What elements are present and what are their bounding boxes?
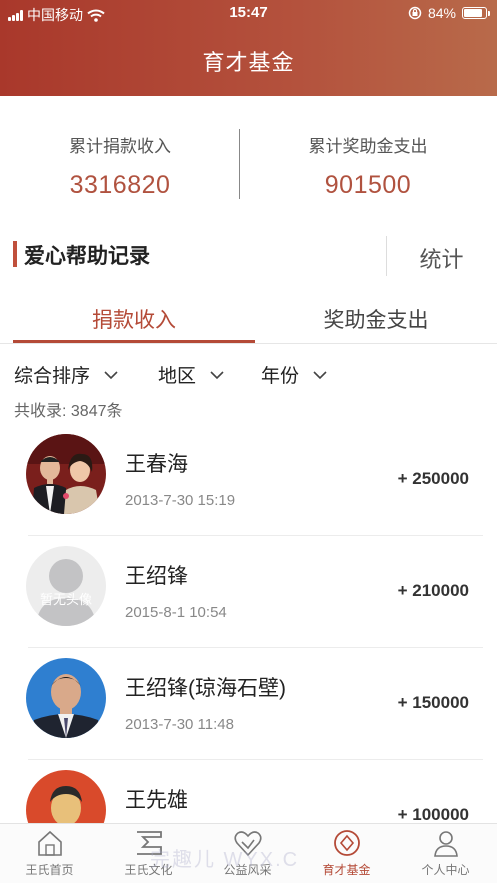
donor-name: 王先雄 [125, 789, 188, 812]
battery-icon [462, 7, 490, 19]
sort-filter-label: 综合排序 [14, 366, 91, 387]
section-accent-bar [13, 241, 17, 267]
donor-name: 王春海 [125, 453, 188, 476]
year-filter[interactable]: 年份 [261, 361, 329, 388]
list-item[interactable]: 王绍锋(琼海石壁) 2013-7-30 11:48 + 150000 [0, 648, 497, 760]
expense-label: 累计奖助金支出 [308, 137, 428, 156]
page-title: 育才基金 [202, 50, 295, 75]
sort-filter[interactable]: 综合排序 [14, 361, 120, 388]
no-avatar-label: 暂无头像 [40, 593, 92, 608]
user-icon [433, 831, 458, 857]
chevron-down-icon [104, 370, 118, 379]
avatar [26, 658, 106, 738]
tab-label: 个人中心 [421, 863, 470, 877]
orientation-lock-icon [408, 6, 422, 20]
tab-profile[interactable]: 个人中心 [396, 828, 495, 878]
chevron-down-icon [313, 370, 327, 379]
expense-stat: 累计奖助金支出 901500 [248, 132, 488, 200]
tab-culture[interactable]: 王氏文化 [99, 828, 198, 878]
donor-name: 王绍锋 [125, 565, 188, 588]
battery-percent: 84% [427, 5, 456, 21]
fund-icon [333, 830, 360, 856]
donation-time: 2013-7-30 15:19 [125, 492, 236, 509]
list-item[interactable]: 王春海 2013-7-30 15:19 + 250000 [0, 424, 497, 536]
status-right: 84% [408, 5, 490, 21]
donation-amount: + 100000 [397, 805, 469, 824]
region-filter-label: 地区 [158, 366, 197, 387]
donation-amount: + 210000 [397, 581, 469, 600]
culture-icon [136, 831, 162, 855]
year-filter-label: 年份 [261, 366, 300, 387]
status-bar: 中国移动 15:47 84% [0, 0, 497, 28]
tab-label: 公益风采 [223, 863, 272, 877]
tab-donation-income[interactable]: 捐款收入 [13, 304, 255, 334]
tab-label: 王氏文化 [124, 863, 173, 877]
donation-time: 2015-8-1 10:54 [125, 604, 227, 621]
filter-bar: 综合排序 地区 年份 [0, 358, 497, 390]
region-filter[interactable]: 地区 [158, 361, 226, 388]
home-icon [37, 830, 62, 856]
records-section-header: 爱心帮助记录 统计 [0, 232, 497, 282]
tab-label: 王氏首页 [25, 863, 74, 877]
tab-charity[interactable]: 公益风采 [198, 828, 297, 878]
tab-fund[interactable]: 育才基金 [297, 828, 396, 878]
income-stat: 累计捐款收入 3316820 [0, 132, 240, 200]
income-value: 3316820 [69, 171, 171, 199]
bottom-tab-bar: 王氏首页 王氏文化 公益风采 育才基金 个人中心 [0, 823, 497, 883]
record-tabs: 捐款收入 奖助金支出 [0, 296, 497, 344]
expense-value: 901500 [324, 171, 412, 199]
section-title: 爱心帮助记录 [24, 245, 150, 268]
list-item[interactable]: 暂无头像 王绍锋 2015-8-1 10:54 + 210000 [0, 536, 497, 648]
tab-label: 育才基金 [322, 863, 371, 877]
app-header: 中国移动 15:47 84% 育才基金 [0, 0, 497, 96]
income-label: 累计捐款收入 [69, 137, 171, 156]
active-tab-indicator [13, 340, 255, 343]
charity-heart-icon [233, 831, 262, 857]
donation-amount: + 250000 [397, 469, 469, 488]
donor-name: 王绍锋(琼海石壁) [125, 677, 286, 700]
donation-time: 2013-7-30 11:48 [125, 716, 234, 733]
chevron-down-icon [210, 370, 224, 379]
avatar-placeholder: 暂无头像 [26, 546, 106, 626]
stats-panel: 累计捐款收入 3316820 累计奖助金支出 901500 [0, 96, 497, 216]
statistics-button[interactable]: 统计 [386, 242, 497, 274]
tab-scholarship-expense[interactable]: 奖助金支出 [255, 304, 497, 334]
tab-home[interactable]: 王氏首页 [0, 828, 99, 878]
total-count: 共收录: 3847条 [14, 403, 123, 420]
avatar [26, 434, 106, 514]
donation-amount: + 150000 [397, 693, 469, 712]
stats-divider [239, 129, 240, 199]
